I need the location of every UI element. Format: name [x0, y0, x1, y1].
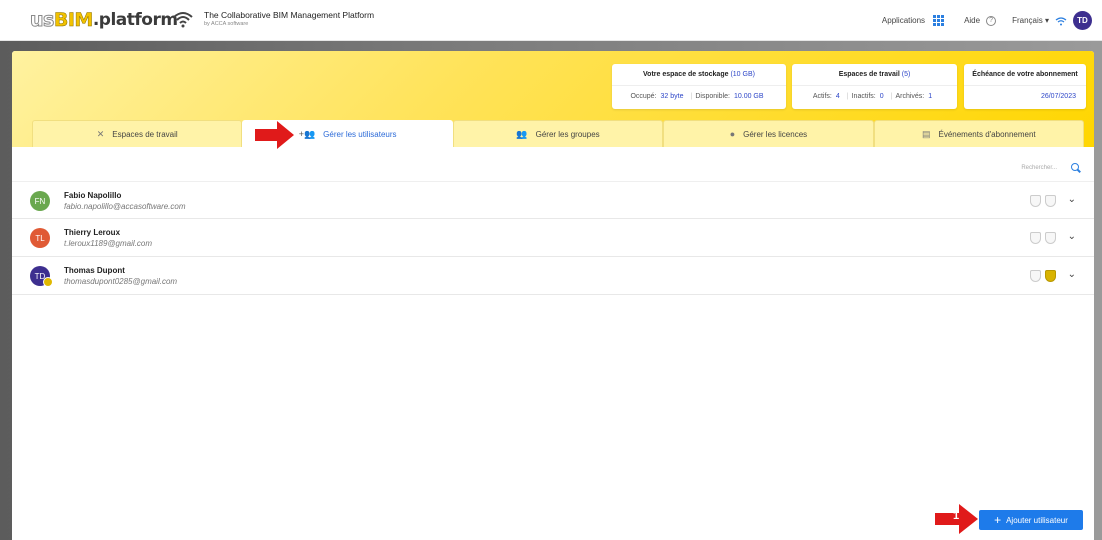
tab-label: Événements d'abonnement — [938, 129, 1036, 139]
chevron-down-icon[interactable]: ⌄ — [1068, 269, 1076, 280]
owner-badge-icon — [43, 277, 53, 287]
user-email: thomasdupont0285@gmail.com — [64, 277, 178, 286]
owner-shield-icon[interactable] — [1045, 270, 1056, 282]
tagline-sub: by ACCA software — [204, 21, 249, 27]
tab-subscription-events[interactable]: ▤ Événements d'abonnement — [873, 120, 1085, 147]
chevron-down-icon[interactable]: ⌄ — [1068, 194, 1076, 205]
user-avatar: TL — [30, 228, 50, 248]
user-name: Thierry Leroux — [64, 228, 121, 237]
storage-size: (10 GB) — [730, 71, 755, 78]
available-value: 10.00 GB — [733, 93, 764, 100]
chevron-down-icon[interactable]: ⌄ — [1068, 231, 1076, 242]
user-avatar[interactable]: TD — [1073, 11, 1092, 30]
logo-bim: BIM — [53, 9, 94, 32]
user-row[interactable]: FN Fabio Napolillo fabio.napolillo@accas… — [12, 181, 1094, 219]
logo-platform: .platform — [92, 10, 178, 30]
workspaces-card: Espaces de travail (5) Actifs: 4 | Inactifs… — [792, 64, 957, 109]
tab-label: Gérer les licences — [743, 129, 808, 139]
workspaces-title: Espaces de travail — [838, 71, 900, 78]
wifi-logo-icon — [173, 12, 193, 28]
annotation-arrow-tab — [255, 121, 294, 149]
storage-title: Votre espace de stockage — [643, 71, 729, 78]
main-panel: Votre espace de stockage (10 GB) Occupé:… — [12, 51, 1094, 540]
subscription-card: Échéance de votre abonnement 26/07/2023 — [964, 64, 1086, 109]
user-circle-icon: ● — [729, 129, 736, 139]
users-list: FN Fabio Napolillo fabio.napolillo@accas… — [12, 181, 1094, 295]
active-label: Actifs: — [812, 93, 832, 100]
user-name: Fabio Napolillo — [64, 191, 122, 200]
tagline-title: The Collaborative BIM Management Platfor… — [204, 10, 375, 20]
search-box[interactable]: Rechercher... — [1021, 163, 1080, 172]
owner-shield-icon[interactable] — [1045, 195, 1056, 207]
search-icon[interactable] — [1071, 163, 1080, 172]
subscription-date: 26/07/2023 — [1040, 93, 1076, 100]
used-label: Occupé: — [630, 93, 657, 100]
admin-shield-icon[interactable] — [1030, 195, 1041, 207]
annotation-step-number: 1 — [953, 510, 960, 522]
user-name: Thomas Dupont — [64, 266, 125, 275]
active-value: 4 — [835, 93, 840, 100]
admin-shield-icon[interactable] — [1030, 270, 1041, 282]
tab-label: Gérer les utilisateurs — [323, 129, 397, 139]
workspaces-count: (5) — [901, 71, 911, 78]
usbim-platform-logo[interactable]: us BIM .platform — [30, 7, 179, 33]
document-icon: ▤ — [921, 128, 931, 139]
subscription-title: Échéance de votre abonnement — [964, 64, 1086, 86]
tools-icon: ✕ — [96, 128, 105, 139]
inactive-label: Inactifs: — [851, 93, 876, 100]
plus-icon: + — [994, 513, 1002, 527]
search-input[interactable]: Rechercher... — [1021, 165, 1057, 171]
inactive-value: 0 — [879, 93, 884, 100]
logo-us: us — [30, 9, 55, 32]
add-user-label: Ajouter utilisateur — [1006, 515, 1068, 525]
help-icon[interactable]: ? — [986, 15, 997, 26]
language-selector[interactable]: Français ▾ — [1012, 16, 1049, 25]
help-label[interactable]: Aide — [964, 16, 980, 25]
apps-grid-icon[interactable] — [933, 15, 945, 26]
storage-card: Votre espace de stockage (10 GB) Occupé:… — [612, 64, 786, 109]
users-add-icon: +👥 — [298, 128, 316, 139]
tab-manage-groups[interactable]: 👥 Gérer les groupes — [452, 120, 664, 147]
top-bar: us BIM .platform The Collaborative BIM Man… — [0, 0, 1102, 41]
platform-tagline: The Collaborative BIM Management Platfor… — [204, 10, 374, 27]
owner-shield-icon[interactable] — [1045, 232, 1056, 244]
groups-icon: 👥 — [516, 128, 528, 139]
used-value: 32 byte — [660, 93, 684, 100]
user-avatar: FN — [30, 191, 50, 211]
add-user-button[interactable]: + Ajouter utilisateur — [979, 510, 1083, 530]
top-right-menu: Applications Aide ? Français ▾ TD — [882, 11, 1092, 30]
admin-shield-icon[interactable] — [1030, 232, 1041, 244]
archived-value: 1 — [928, 93, 933, 100]
tab-bar: ✕ Espaces de travail +👥 Gérer les utilis… — [32, 120, 1085, 147]
archived-label: Archivés: — [895, 93, 925, 100]
user-email: t.leroux1189@gmail.com — [64, 239, 153, 248]
tab-label: Espaces de travail — [112, 129, 178, 139]
user-row[interactable]: TD Thomas Dupont thomasdupont0285@gmail.… — [12, 257, 1094, 295]
applications-label[interactable]: Applications — [882, 16, 925, 25]
tab-manage-licenses[interactable]: ● Gérer les licences — [663, 120, 874, 147]
available-label: Disponible: — [695, 93, 730, 100]
wifi-status-icon — [1055, 16, 1067, 25]
user-row[interactable]: TL Thierry Leroux t.leroux1189@gmail.com… — [12, 219, 1094, 257]
tab-workspaces[interactable]: ✕ Espaces de travail — [32, 120, 243, 147]
tab-label: Gérer les groupes — [535, 129, 600, 139]
user-email: fabio.napolillo@accasoftware.com — [64, 202, 186, 211]
